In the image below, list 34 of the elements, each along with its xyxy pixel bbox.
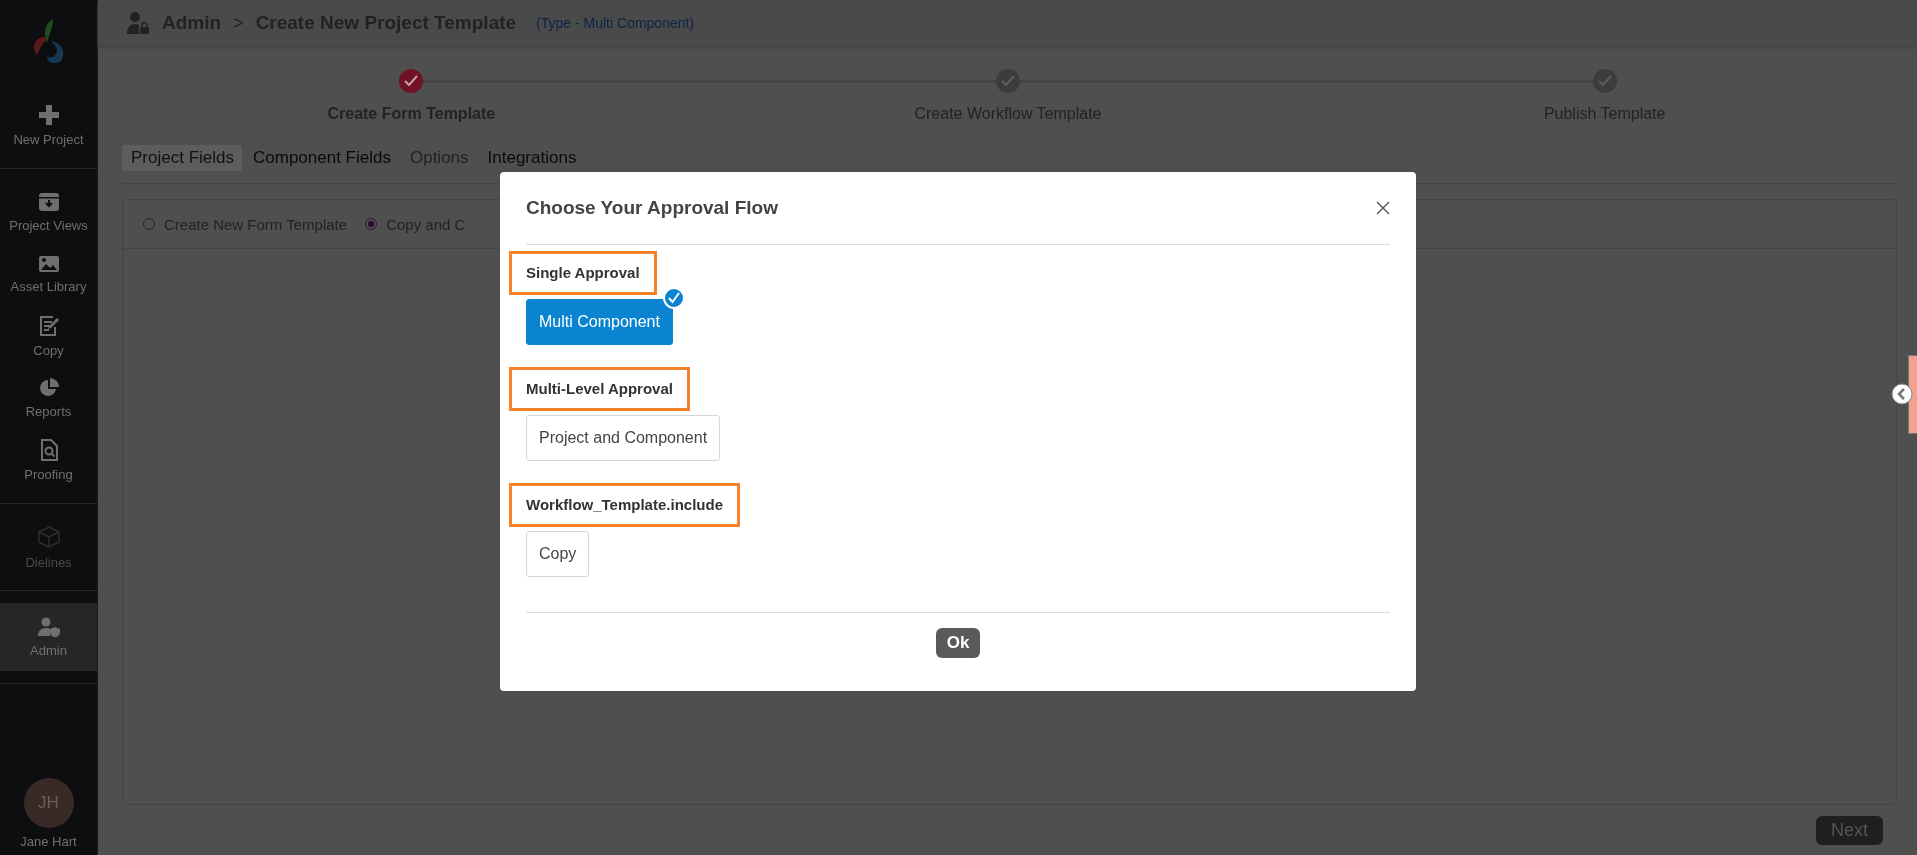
approval-type-label: Single Approval [509,251,657,295]
user-lock-icon [126,11,150,35]
tab[interactable]: Integrations [478,145,585,171]
approval-type-label: Multi-Level Approval [509,367,690,411]
approval-option-button[interactable]: Multi Component [526,299,673,345]
breadcrumb-separator: > [233,12,244,34]
sidebar-item[interactable]: Copy [0,309,97,363]
selected-check-icon [662,287,685,309]
image-icon [37,254,60,273]
close-icon[interactable] [1376,201,1390,215]
approval-option-button[interactable]: Copy [526,531,590,577]
plus-icon [37,103,60,126]
sidebar-item[interactable]: Asset Library [0,247,97,301]
user-shield-icon [36,616,61,637]
box-icon [36,524,61,549]
user-name: Jane Hart [20,834,77,849]
tab[interactable]: Component Fields [244,145,399,171]
sidebar-item[interactable]: Reports [0,371,97,425]
approval-type-label: Workflow_Template.include [509,483,740,527]
edit-document-icon [37,314,60,337]
sidebar-item[interactable]: Project Views [0,185,97,239]
document-search-icon [39,438,58,461]
pie-chart-icon [38,377,59,398]
side-panel-tab[interactable] [1908,355,1917,434]
tray-icon [37,191,60,212]
tab[interactable]: Project Fields [122,145,242,171]
sidebar-item[interactable]: Proofing [0,433,97,487]
sidebar-item[interactable]: Admin [0,603,97,671]
dialog-title: Choose Your Approval Flow [526,197,778,219]
sidebar-item[interactable]: New Project [0,98,97,152]
approval-option-button[interactable]: Project and Component [526,415,721,461]
ok-button[interactable]: Ok [935,628,981,658]
chevron-left-icon[interactable] [1891,383,1913,405]
template-type-label: (Type - Multi Component) [536,15,695,31]
